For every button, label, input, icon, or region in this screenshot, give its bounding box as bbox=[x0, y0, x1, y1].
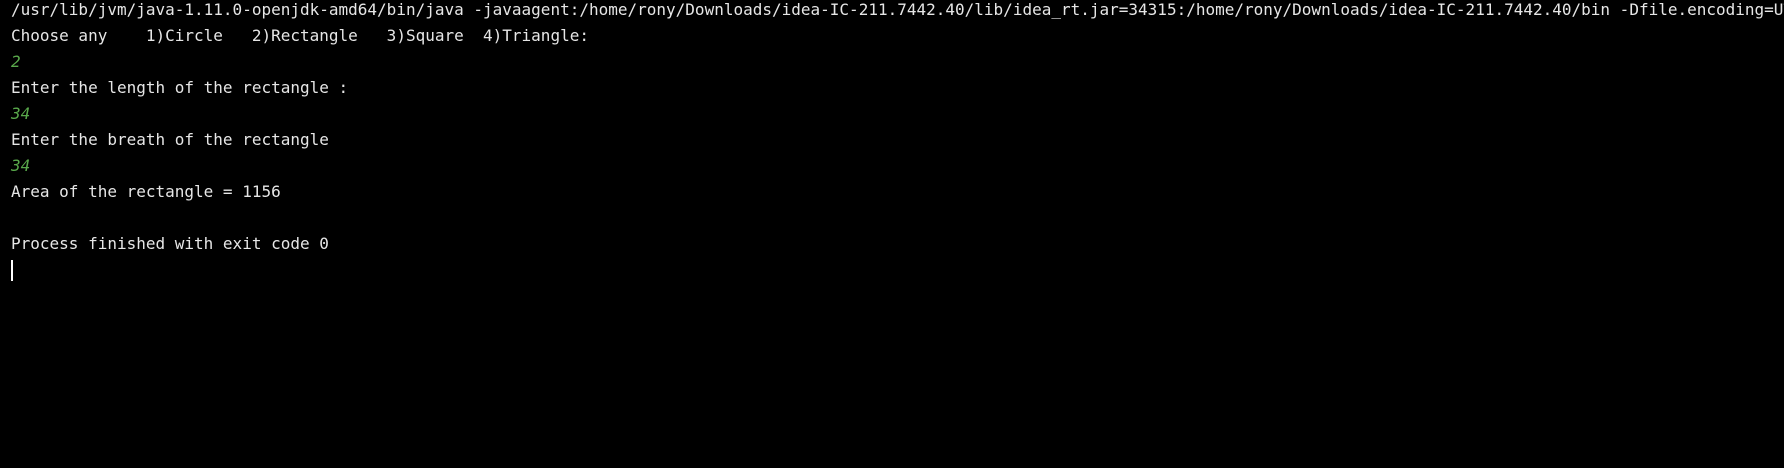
java-command-line: /usr/lib/jvm/java-1.11.0-openjdk-amd64/b… bbox=[11, 0, 1784, 19]
choice-input-echo: 2 bbox=[11, 52, 21, 71]
length-prompt: Enter the length of the rectangle : bbox=[11, 78, 349, 97]
console-input-line[interactable] bbox=[0, 257, 1784, 283]
menu-prompt: Choose any 1)Circle 2)Rectangle 3)Square… bbox=[11, 26, 589, 45]
exit-message: Process finished with exit code 0 bbox=[11, 234, 329, 253]
breadth-prompt: Enter the breath of the rectangle bbox=[11, 130, 329, 149]
breadth-input-echo: 34 bbox=[11, 156, 31, 175]
run-console[interactable]: /usr/lib/jvm/java-1.11.0-openjdk-amd64/b… bbox=[0, 0, 1784, 468]
area-result: Area of the rectangle = 1156 bbox=[11, 182, 281, 201]
text-cursor bbox=[11, 260, 13, 281]
length-input-echo: 34 bbox=[11, 104, 31, 123]
